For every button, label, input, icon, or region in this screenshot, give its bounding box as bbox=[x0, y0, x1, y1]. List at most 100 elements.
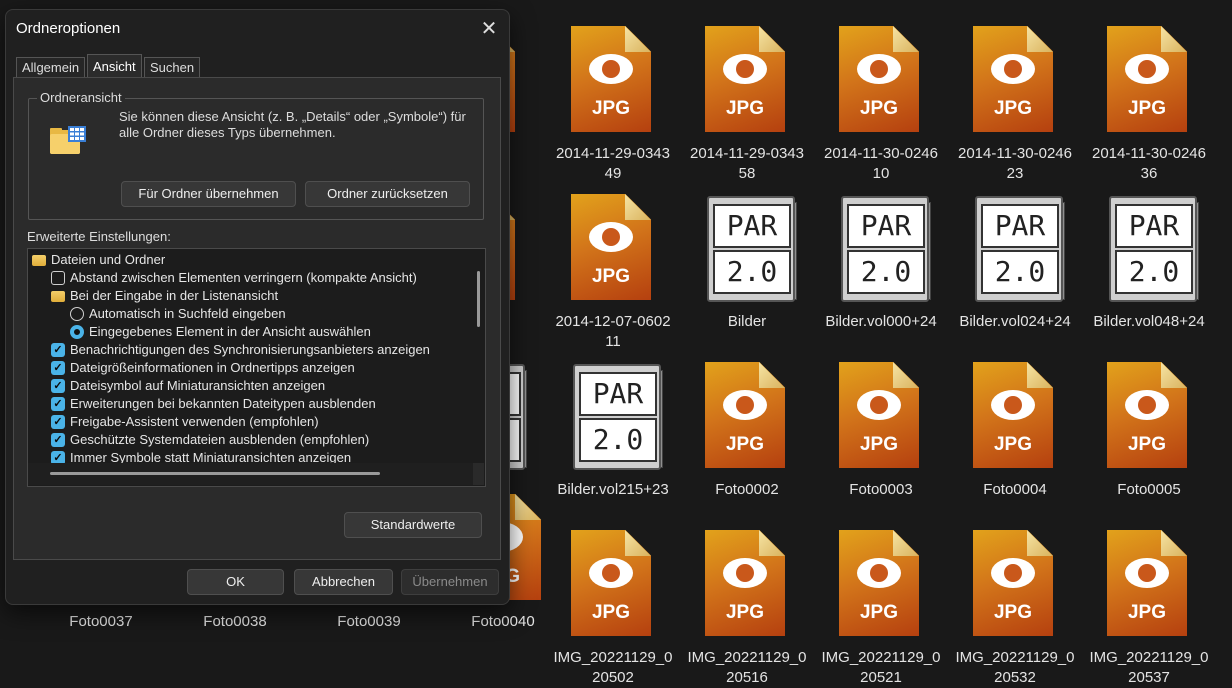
file-name: Foto0038 bbox=[203, 613, 267, 630]
jpg-label: JPG bbox=[591, 602, 631, 623]
file-tile[interactable]: JPG Foto0005 bbox=[1084, 348, 1214, 508]
file-name: 2014-11-30-0246 36 bbox=[1092, 145, 1206, 182]
file-tile[interactable]: JPG Foto0002 bbox=[682, 348, 812, 508]
reset-folders-button[interactable]: Ordner zurücksetzen bbox=[305, 181, 470, 207]
file-name: Foto0005 bbox=[1117, 481, 1181, 498]
tree-item-label: Dateien und Ordner bbox=[51, 252, 166, 267]
jpg-file-icon: JPG bbox=[967, 528, 1063, 638]
file-tile[interactable]: JPG 2014-11-29-0343 58 bbox=[682, 12, 812, 182]
file-tile[interactable]: JPG Foto0004 bbox=[950, 348, 1080, 508]
tree-item-label: Freigabe-Assistent verwenden (empfohlen) bbox=[70, 414, 319, 429]
par-version-label: 2.0 bbox=[847, 250, 925, 294]
file-name: Foto0002 bbox=[715, 481, 779, 498]
tab-ansicht[interactable]: Ansicht bbox=[87, 54, 142, 79]
jpg-file-icon: JPG bbox=[699, 360, 795, 470]
file-tile[interactable]: JPG 2014-11-30-0246 36 bbox=[1084, 12, 1214, 182]
tree-item-label: Eingegebenes Element in der Ansicht ausw… bbox=[89, 324, 371, 339]
file-name: Bilder bbox=[727, 313, 767, 330]
advanced-settings-label: Erweiterte Einstellungen: bbox=[27, 229, 171, 244]
radio-unselected-icon[interactable] bbox=[70, 307, 84, 321]
file-tile[interactable]: JPG IMG_20221129_0 20521 bbox=[816, 516, 946, 686]
folder-icon bbox=[32, 255, 46, 266]
file-name: Foto0039 bbox=[337, 613, 401, 630]
file-name: 2014-11-30-0246 23 bbox=[958, 145, 1072, 182]
file-name: IMG_20221129_0 20516 bbox=[687, 649, 807, 686]
par-label: PAR bbox=[1115, 204, 1193, 248]
checkbox-unchecked-icon[interactable] bbox=[51, 271, 65, 285]
jpg-label: JPG bbox=[859, 98, 899, 119]
file-tile[interactable]: JPG IMG_20221129_0 20532 bbox=[950, 516, 1080, 686]
par2-file-icon: PAR2.0 bbox=[565, 360, 663, 470]
file-name: IMG_20221129_0 20532 bbox=[955, 649, 1075, 686]
file-tile[interactable]: JPG 2014-11-29-0343 49 bbox=[548, 12, 678, 182]
file-name: Foto0040 bbox=[471, 613, 535, 630]
file-tile[interactable]: JPG IMG_20221129_0 20516 bbox=[682, 516, 812, 686]
checkbox-checked-icon[interactable]: ✓ bbox=[51, 343, 65, 357]
checkbox-checked-icon[interactable]: ✓ bbox=[51, 361, 65, 375]
file-tile[interactable]: JPG 2014-12-07-0602 11 bbox=[548, 180, 678, 350]
file-name: IMG_20221129_0 20502 bbox=[553, 649, 673, 686]
par-label: PAR bbox=[713, 204, 791, 248]
file-tile[interactable]: PAR 2.0 Bilder.vol000+24 bbox=[816, 180, 946, 340]
close-icon[interactable]: ✕ bbox=[474, 16, 504, 42]
tab-allgemein[interactable]: Allgemein bbox=[16, 57, 86, 78]
ok-button[interactable]: OK bbox=[187, 569, 284, 595]
checkbox-checked-icon[interactable]: ✓ bbox=[51, 379, 65, 393]
advanced-settings-tree[interactable]: Dateien und Ordner Abstand zwischen Eleme… bbox=[27, 248, 486, 487]
file-tile[interactable]: JPG 2014-11-30-0246 10 bbox=[816, 12, 946, 182]
horizontal-scrollbar[interactable] bbox=[28, 463, 473, 485]
checkbox-checked-icon[interactable]: ✓ bbox=[51, 415, 65, 429]
file-tile[interactable]: PAR 2.0 Bilder.vol048+24 bbox=[1084, 180, 1214, 340]
vertical-scroll-thumb[interactable] bbox=[477, 271, 480, 327]
jpg-label: JPG bbox=[993, 434, 1033, 455]
par-version-label: 2.0 bbox=[713, 250, 791, 294]
checkbox-checked-icon[interactable]: ✓ bbox=[51, 433, 65, 447]
tab-panel-ansicht: Ordneransicht Sie können diese Ansicht (… bbox=[13, 77, 501, 560]
jpg-file-icon: JPG bbox=[699, 24, 795, 134]
jpg-file-icon: JPG bbox=[565, 24, 661, 134]
horizontal-scroll-thumb[interactable] bbox=[50, 472, 380, 475]
folder-icon bbox=[51, 291, 65, 302]
jpg-label: JPG bbox=[1127, 434, 1167, 455]
dialog-title: Ordneroptionen bbox=[16, 20, 121, 37]
file-name: 2014-11-29-0343 58 bbox=[690, 145, 804, 182]
tree-item-label: Dateisymbol auf Miniaturansichten anzeig… bbox=[70, 378, 326, 393]
tree-item-label: Abstand zwischen Elementen verringern (k… bbox=[70, 270, 417, 285]
file-tile[interactable]: JPG 2014-11-30-0246 23 bbox=[950, 12, 1080, 182]
jpg-label: JPG bbox=[591, 266, 631, 287]
file-tile[interactable]: PAR 2.0 Bilder.vol024+24 bbox=[950, 180, 1080, 340]
jpg-label: JPG bbox=[725, 602, 765, 623]
file-tile[interactable]: PAR 2.0 Bilder bbox=[682, 180, 812, 340]
vertical-scrollbar[interactable] bbox=[473, 249, 484, 486]
folder-view-icon bbox=[50, 126, 86, 154]
folder-view-description: Sie können diese Ansicht (z. B. „Details… bbox=[119, 109, 466, 140]
jpg-file-icon: JPG bbox=[565, 192, 661, 302]
file-tile[interactable]: JPG Foto0003 bbox=[816, 348, 946, 508]
cancel-button[interactable]: Abbrechen bbox=[294, 569, 393, 595]
apply-to-folders-button[interactable]: Für Ordner übernehmen bbox=[121, 181, 296, 207]
tree-item-label: Geschützte Systemdateien ausblenden (emp… bbox=[70, 432, 370, 447]
radio-selected-icon[interactable] bbox=[70, 325, 84, 339]
jpg-file-icon: JPG bbox=[833, 528, 929, 638]
par-label: PAR bbox=[579, 372, 657, 416]
restore-defaults-button[interactable]: Standardwerte bbox=[344, 512, 482, 538]
tab-suchen[interactable]: Suchen bbox=[144, 57, 201, 78]
tree-item-label: Erweiterungen bei bekannten Dateitypen a… bbox=[70, 396, 376, 411]
folder-view-group: Ordneransicht Sie können diese Ansicht (… bbox=[28, 90, 484, 220]
file-name: Foto0004 bbox=[983, 481, 1047, 498]
tree-item-label: Automatisch in Suchfeld eingeben bbox=[89, 306, 286, 321]
par2-file-icon: PAR2.0 bbox=[1101, 192, 1199, 302]
jpg-file-icon: JPG bbox=[565, 528, 661, 638]
file-tile[interactable]: JPG IMG_20221129_0 20537 bbox=[1084, 516, 1214, 686]
file-name: Bilder.vol000+24 bbox=[825, 313, 937, 330]
jpg-label: JPG bbox=[725, 98, 765, 119]
apply-button[interactable]: Übernehmen bbox=[401, 569, 499, 595]
file-name: IMG_20221129_0 20537 bbox=[1089, 649, 1209, 686]
jpg-label: JPG bbox=[1127, 602, 1167, 623]
file-name: Bilder.vol048+24 bbox=[1093, 313, 1205, 330]
jpg-file-icon: JPG bbox=[1101, 360, 1197, 470]
checkbox-checked-icon[interactable]: ✓ bbox=[51, 397, 65, 411]
par-label: PAR bbox=[847, 204, 925, 248]
jpg-file-icon: JPG bbox=[699, 528, 795, 638]
par-label: PAR bbox=[981, 204, 1059, 248]
